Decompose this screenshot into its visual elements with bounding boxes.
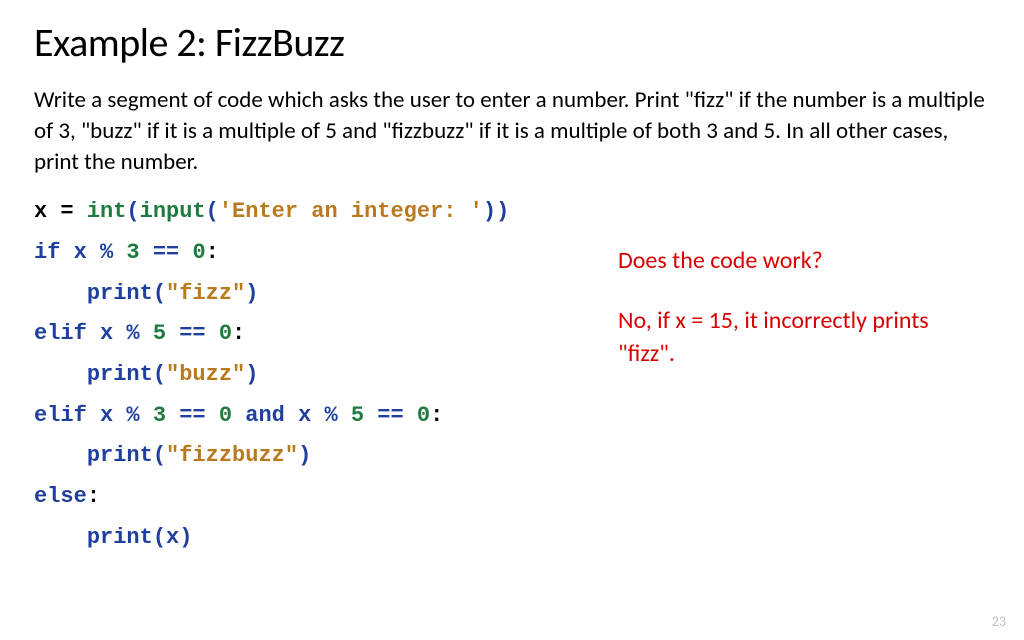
code-line-1: x = int(input('Enter an integer: ')): [34, 192, 594, 233]
code-line-5: print("buzz"): [34, 355, 594, 396]
question-note: Does the code work?: [618, 244, 990, 278]
code-line-9: print(x): [34, 518, 594, 559]
code-block: x = int(input('Enter an integer: ')) if …: [34, 192, 594, 558]
answer-note: No, if x = 15, it incorrectly prints "fi…: [618, 304, 990, 371]
code-line-4: elif x % 5 == 0:: [34, 314, 594, 355]
content-row: x = int(input('Enter an integer: ')) if …: [34, 192, 990, 558]
code-line-3: print("fizz"): [34, 274, 594, 315]
code-line-8: else:: [34, 477, 594, 518]
code-line-2: if x % 3 == 0:: [34, 233, 594, 274]
slide-title: Example 2: FizzBuzz: [34, 18, 990, 67]
code-line-7: print("fizzbuzz"): [34, 436, 594, 477]
code-line-6: elif x % 3 == 0 and x % 5 == 0:: [34, 396, 594, 437]
page-number: 23: [992, 613, 1006, 630]
annotation-column: Does the code work? No, if x = 15, it in…: [594, 192, 990, 397]
problem-statement: Write a segment of code which asks the u…: [34, 85, 990, 178]
slide: Example 2: FizzBuzz Write a segment of c…: [0, 0, 1024, 640]
